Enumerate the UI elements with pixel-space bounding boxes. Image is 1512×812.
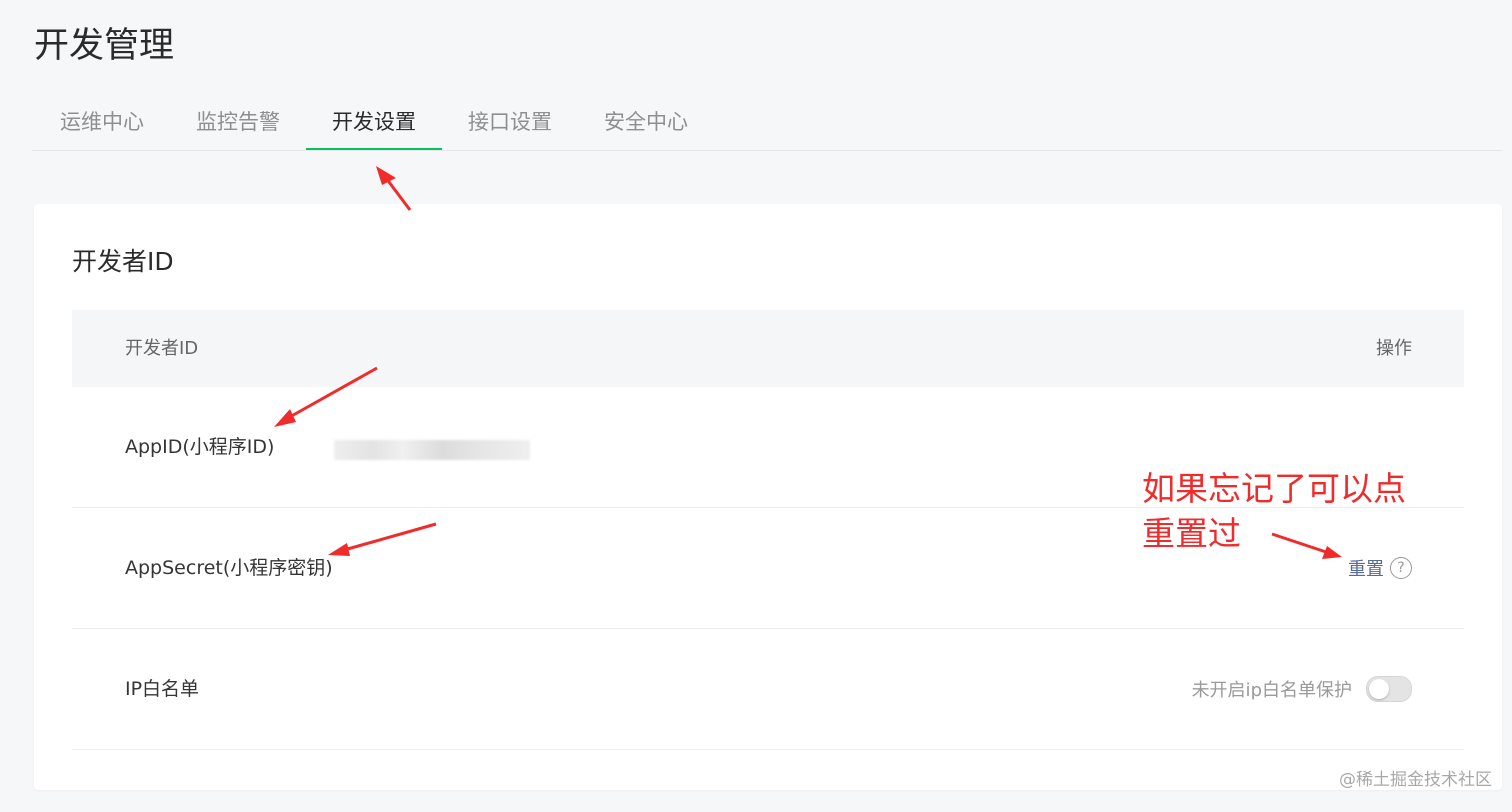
tab-dev-settings[interactable]: 开发设置 [306, 96, 442, 150]
watermark: @稀土掘金技术社区 [1339, 770, 1492, 790]
tab-api-settings[interactable]: 接口设置 [467, 96, 553, 148]
help-icon[interactable]: ? [1390, 557, 1412, 579]
tab-ops-center[interactable]: 运维中心 [59, 96, 145, 148]
tab-monitoring-alerts[interactable]: 监控告警 [195, 96, 281, 148]
header-developer-id: 开发者ID [125, 338, 199, 359]
ip-whitelist-toggle[interactable] [1366, 676, 1412, 702]
table-header: 开发者ID 操作 [72, 310, 1464, 387]
appid-label: AppID(小程序ID) [125, 436, 275, 458]
annotation-text: 如果忘记了可以点 重置过 [1142, 466, 1442, 556]
tab-security-center[interactable]: 安全中心 [603, 96, 689, 148]
reset-appsecret-link[interactable]: 重置 [1348, 555, 1384, 581]
table-row-ip-whitelist: IP白名单 未开启ip白名单保护 [72, 629, 1464, 750]
appid-value-redacted [334, 440, 530, 460]
section-title: 开发者ID [72, 247, 174, 276]
ip-whitelist-status: 未开启ip白名单保护 [1191, 680, 1352, 701]
page-title: 开发管理 [34, 26, 175, 66]
toggle-knob [1369, 679, 1389, 699]
header-operation: 操作 [1376, 338, 1412, 359]
annotation-line-2: 重置过 [1142, 514, 1241, 553]
appsecret-label: AppSecret(小程序密钥) [125, 557, 333, 579]
ip-whitelist-label: IP白名单 [125, 678, 200, 700]
tab-bar: 运维中心 监控告警 开发设置 接口设置 安全中心 [32, 96, 1502, 151]
ip-whitelist-actions: 未开启ip白名单保护 [1192, 629, 1412, 749]
annotation-line-1: 如果忘记了可以点 [1142, 469, 1406, 508]
